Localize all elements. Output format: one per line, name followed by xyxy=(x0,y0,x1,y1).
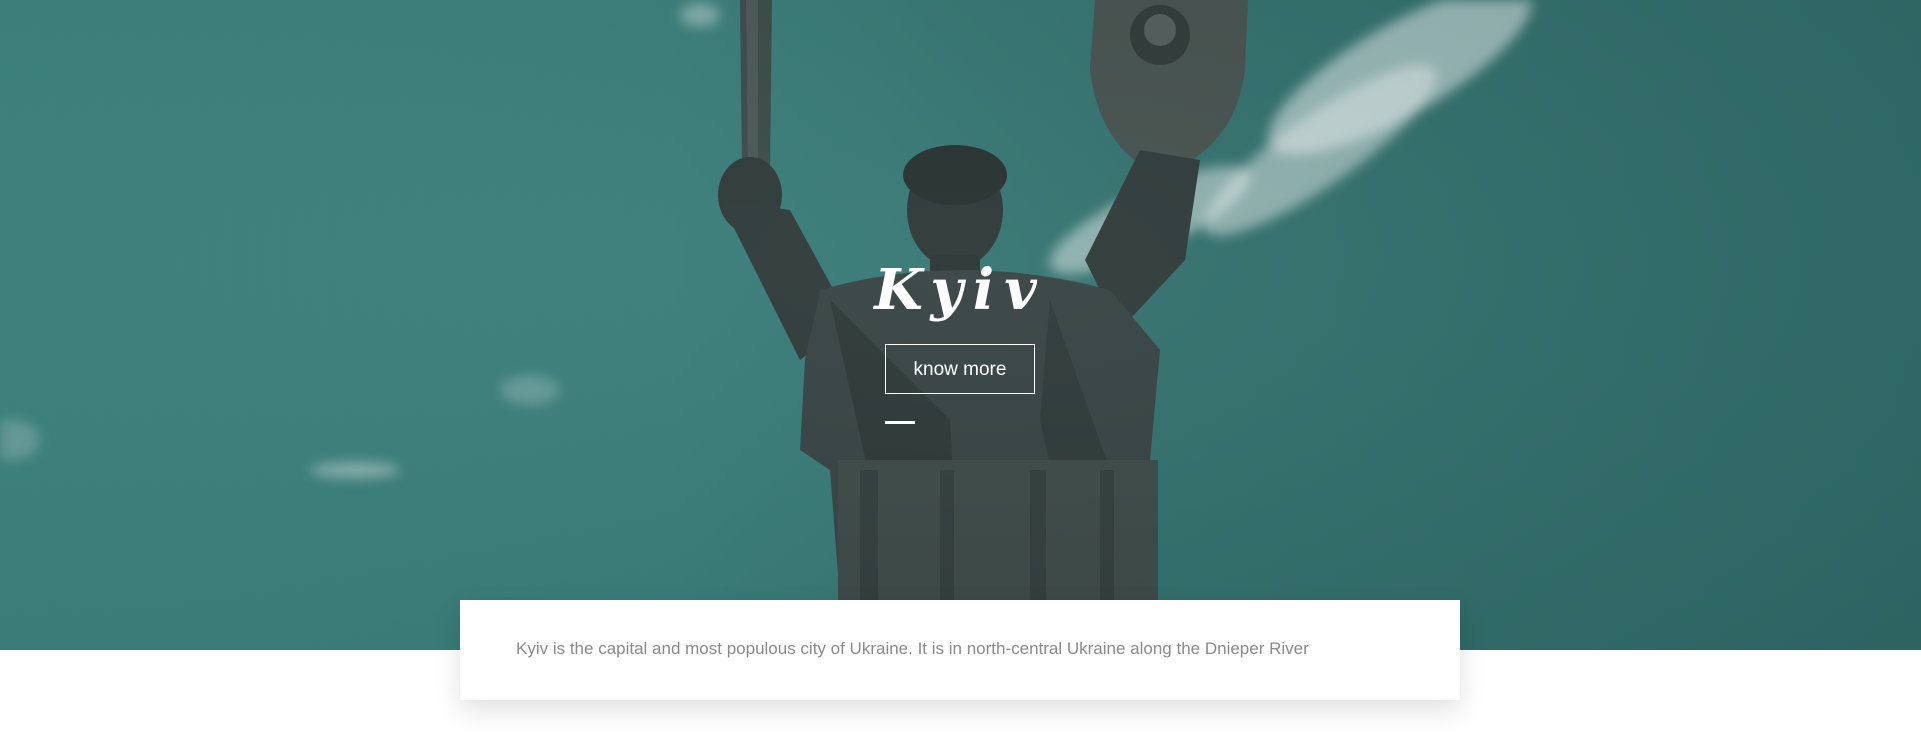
know-more-button[interactable]: know more xyxy=(885,344,1035,394)
hero-section: Kyiv know more xyxy=(0,0,1921,650)
info-card: Kyiv is the capital and most populous ci… xyxy=(460,600,1460,700)
accent-divider xyxy=(885,421,915,424)
hero-overlay xyxy=(0,0,1921,650)
hero-title: Kyiv xyxy=(874,257,1047,323)
info-description: Kyiv is the capital and most populous ci… xyxy=(516,639,1309,658)
